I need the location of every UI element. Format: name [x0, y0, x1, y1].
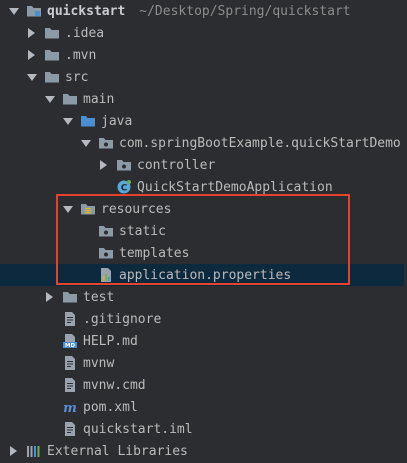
tree-row-quickstartdemoapplication[interactable]: C QuickStartDemoApplication: [0, 176, 407, 198]
tree-item-label: application.properties: [119, 267, 292, 283]
tree-item-label: pom.xml: [83, 399, 138, 415]
tree-item-label: .idea: [65, 25, 105, 41]
spring-class-icon: C: [116, 179, 132, 195]
tree-item-label: controller: [137, 157, 216, 173]
tree-row-com-springbootexample-quickstartdemo[interactable]: com.springBootExample.quickStartDemo: [0, 132, 407, 154]
folder-icon: [44, 47, 60, 63]
expand-arrow-right-icon[interactable]: [44, 292, 54, 302]
expand-arrow-down-icon[interactable]: [8, 6, 19, 16]
tree-item-label: src: [65, 69, 89, 85]
expand-arrow-down-icon[interactable]: [80, 138, 91, 148]
svg-text:MD: MD: [65, 343, 75, 349]
tree-item-label: .gitignore: [83, 311, 162, 327]
tree-item-label: main: [83, 91, 115, 107]
text-file-icon: [62, 421, 78, 437]
tree-row-application-properties[interactable]: application.properties: [0, 264, 407, 286]
tree-item-label: HELP.md: [83, 333, 138, 349]
tree-row-templates[interactable]: templates: [0, 242, 407, 264]
tree-item-label: quickstart: [47, 3, 126, 19]
svg-text:C: C: [121, 184, 128, 194]
tree-item-label: resources: [101, 201, 172, 217]
tree-row-mvn[interactable]: .mvn: [0, 44, 407, 66]
markdown-file-icon: MD: [62, 333, 78, 349]
tree-row-controller[interactable]: controller: [0, 154, 407, 176]
svg-text:m: m: [63, 401, 77, 415]
folder-icon: [44, 69, 60, 85]
tree-item-label: QuickStartDemoApplication: [137, 179, 333, 195]
expand-arrow-down-icon[interactable]: [26, 72, 37, 82]
properties-file-icon: [98, 267, 114, 283]
tree-item-label: .mvn: [65, 47, 97, 63]
tree-row-gitignore[interactable]: .gitignore: [0, 308, 407, 330]
expand-arrow-down-icon[interactable]: [62, 116, 73, 126]
tree-row-external-libraries[interactable]: External Libraries: [0, 440, 407, 462]
text-file-icon: [62, 377, 78, 393]
source-folder-icon: [80, 113, 96, 129]
project-path: ~/Desktop/Spring/quickstart: [139, 3, 351, 19]
module-folder-icon: [26, 3, 42, 19]
tree-item-label: templates: [119, 245, 190, 261]
tree-item-label: External Libraries: [47, 443, 188, 459]
tree-row-pom-xml[interactable]: m pom.xml: [0, 396, 407, 418]
package-icon: [98, 245, 114, 261]
tree-row-main[interactable]: main: [0, 88, 407, 110]
tree-row-resources[interactable]: resources: [0, 198, 407, 220]
expand-arrow-right-icon[interactable]: [8, 446, 18, 456]
expand-arrow-down-icon[interactable]: [44, 94, 55, 104]
project-tree: quickstart ~/Desktop/Spring/quickstart .id…: [0, 0, 407, 463]
expand-arrow-right-icon[interactable]: [26, 28, 36, 38]
expand-arrow-down-icon[interactable]: [62, 204, 73, 214]
expand-arrow-right-icon[interactable]: [26, 50, 36, 60]
tree-item-label: test: [83, 289, 115, 305]
folder-icon: [62, 289, 78, 305]
text-file-icon: [62, 355, 78, 371]
expand-arrow-right-icon[interactable]: [98, 160, 108, 170]
tree-row-static[interactable]: static: [0, 220, 407, 242]
tree-row-idea[interactable]: .idea: [0, 22, 407, 44]
package-icon: [98, 223, 114, 239]
tree-row-java[interactable]: java: [0, 110, 407, 132]
tree-row-help-md[interactable]: MD HELP.md: [0, 330, 407, 352]
tree-item-label: mvnw.cmd: [83, 377, 146, 393]
tree-row-quickstart-iml[interactable]: quickstart.iml: [0, 418, 407, 440]
maven-icon: m: [62, 399, 78, 415]
tree-item-label: com.springBootExample.quickStartDemo: [119, 135, 401, 151]
tree-item-label: mvnw: [83, 355, 115, 371]
tree-row-mvnw[interactable]: mvnw: [0, 352, 407, 374]
text-file-icon: [62, 311, 78, 327]
folder-icon: [44, 25, 60, 41]
tree-row-src[interactable]: src: [0, 66, 407, 88]
package-icon: [116, 157, 132, 173]
tree-item-label: static: [119, 223, 166, 239]
package-icon: [98, 135, 114, 151]
tree-row-mvnw-cmd[interactable]: mvnw.cmd: [0, 374, 407, 396]
resources-folder-icon: [80, 201, 96, 217]
folder-icon: [62, 91, 78, 107]
tree-item-label: java: [101, 113, 133, 129]
libraries-icon: [26, 443, 42, 459]
tree-item-label: quickstart.iml: [83, 421, 193, 437]
tree-row-quickstart[interactable]: quickstart ~/Desktop/Spring/quickstart: [0, 0, 407, 22]
tree-row-test[interactable]: test: [0, 286, 407, 308]
